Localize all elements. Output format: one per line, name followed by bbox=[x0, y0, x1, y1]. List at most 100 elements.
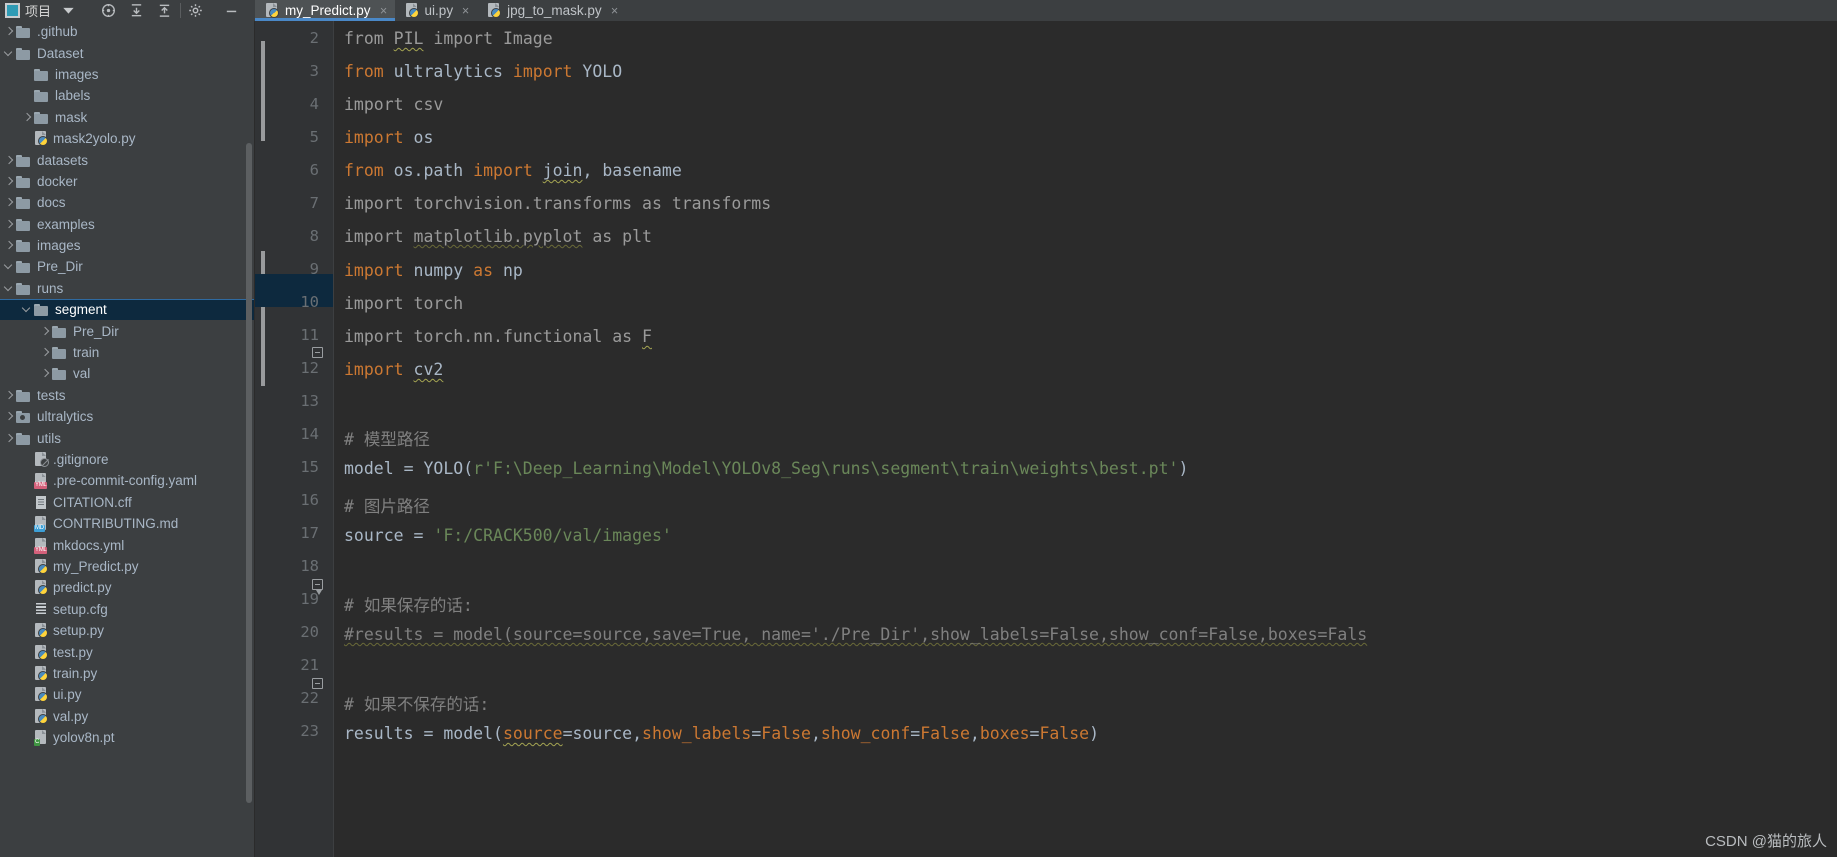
tree-item-tests[interactable]: tests bbox=[0, 385, 254, 406]
chevron-right-icon[interactable] bbox=[39, 367, 52, 380]
tree-item-predict-py[interactable]: predict.py bbox=[0, 577, 254, 598]
tree-item-train[interactable]: train bbox=[0, 342, 254, 363]
tree-item-label: docker bbox=[37, 173, 78, 189]
chevron-down-icon[interactable] bbox=[3, 47, 16, 60]
chevron-down-icon[interactable] bbox=[21, 303, 34, 316]
tree-item-val[interactable]: val bbox=[0, 363, 254, 384]
editor-panel: my_Predict.py × ui.py × jpg_to_mask.py × 2345… bbox=[255, 0, 1837, 857]
tree-item-label: test.py bbox=[53, 644, 93, 660]
tree-item-val-py[interactable]: val.py bbox=[0, 706, 254, 727]
line-number: 6 bbox=[309, 161, 319, 179]
chevron-right-icon[interactable] bbox=[39, 325, 52, 338]
code-line-7: import torchvision.transforms as transfo… bbox=[344, 194, 772, 213]
chevron-right-icon[interactable] bbox=[3, 175, 16, 188]
tree-item-test-py[interactable]: test.py bbox=[0, 641, 254, 662]
python-file-icon bbox=[34, 665, 49, 681]
code-text-area[interactable]: from PIL import Image from ultralytics i… bbox=[333, 21, 1837, 857]
tree-item-label: ui.py bbox=[53, 687, 82, 703]
chevron-down-icon[interactable] bbox=[3, 260, 16, 273]
line-number: 3 bbox=[309, 62, 319, 80]
tree-item-label: yolov8n.pt bbox=[53, 730, 115, 746]
tab-close-icon[interactable]: × bbox=[462, 3, 469, 18]
tree-item-dataset[interactable]: Dataset bbox=[0, 42, 254, 63]
fold-region-icon-2[interactable] bbox=[312, 678, 323, 689]
folder-icon bbox=[34, 89, 50, 103]
editor-tab-my-predict-py[interactable]: my_Predict.py × bbox=[255, 0, 395, 21]
tree-item-segment[interactable]: segment bbox=[0, 299, 254, 321]
tree-item-pre-dir[interactable]: Pre_Dir bbox=[0, 320, 254, 341]
minimize-icon[interactable] bbox=[221, 0, 243, 21]
editor-gutter[interactable]: 2 3 4 5 6 7 8 9 10 11 12 13 14 15 16 17 18 19 20 21 22 23 bbox=[255, 21, 333, 857]
tree-item-label: labels bbox=[55, 88, 91, 104]
python-file-icon bbox=[34, 558, 49, 574]
tree-item-images[interactable]: images bbox=[0, 64, 254, 85]
code-line-14: # 模型路径 bbox=[344, 430, 430, 449]
chevron-right-icon[interactable] bbox=[3, 410, 16, 423]
tree-item-ultralytics[interactable]: ultralytics bbox=[0, 406, 254, 427]
chevron-right-icon[interactable] bbox=[3, 25, 16, 38]
tree-item-setup-cfg[interactable]: setup.cfg bbox=[0, 599, 254, 620]
tree-item-images[interactable]: images bbox=[0, 235, 254, 256]
tree-item--github[interactable]: .github bbox=[0, 21, 254, 42]
code-line-15: model = YOLO(r'F:\Deep_Learning\Model\YO… bbox=[344, 459, 1189, 478]
chevron-right-icon[interactable] bbox=[3, 218, 16, 231]
chevron-right-icon[interactable] bbox=[39, 346, 52, 359]
tree-scrollbar[interactable] bbox=[246, 143, 252, 803]
project-tree-panel[interactable]: .github Dataset images labels mask mask2yolo.… bbox=[0, 21, 255, 857]
gear-icon[interactable] bbox=[185, 0, 207, 21]
folder-icon bbox=[16, 218, 32, 231]
line-number: 12 bbox=[300, 359, 319, 377]
tree-item-mask[interactable]: mask bbox=[0, 107, 254, 128]
tree-item-pre-dir[interactable]: Pre_Dir bbox=[0, 256, 254, 277]
editor-tab-ui-py[interactable]: ui.py × bbox=[395, 0, 478, 21]
chevron-right-icon[interactable] bbox=[3, 196, 16, 209]
tree-item-labels[interactable]: labels bbox=[0, 85, 254, 106]
chevron-right-icon[interactable] bbox=[3, 239, 16, 252]
chevron-right-icon[interactable] bbox=[3, 432, 16, 445]
tree-item-label: CITATION.cff bbox=[53, 494, 132, 510]
folder-icon bbox=[16, 175, 32, 188]
tab-close-icon[interactable]: × bbox=[610, 3, 617, 18]
fold-region-icon[interactable] bbox=[312, 579, 323, 595]
tree-item-label: CONTRIBUTING.md bbox=[53, 516, 179, 532]
collapse-down-icon[interactable] bbox=[126, 0, 148, 21]
tree-item-label: train.py bbox=[53, 665, 98, 681]
tree-item-datasets[interactable]: datasets bbox=[0, 149, 254, 170]
chevron-right-icon[interactable] bbox=[3, 154, 16, 167]
project-tree: .github Dataset images labels mask mask2yolo.… bbox=[0, 21, 254, 748]
line-number: 21 bbox=[300, 656, 319, 674]
editor-tab-jpg-to-mask-py[interactable]: jpg_to_mask.py × bbox=[477, 0, 626, 21]
module-folder-icon bbox=[16, 410, 32, 424]
chevron-down-icon[interactable]: ▼ bbox=[60, 5, 77, 16]
chevron-right-icon[interactable] bbox=[21, 111, 34, 124]
collapse-up-icon[interactable] bbox=[154, 0, 176, 21]
fold-collapse-icon[interactable] bbox=[312, 347, 323, 358]
tree-item-runs[interactable]: runs bbox=[0, 278, 254, 299]
tree-item-my-predict-py[interactable]: my_Predict.py bbox=[0, 556, 254, 577]
line-number: 14 bbox=[300, 425, 319, 443]
tree-item-mask2yolo-py[interactable]: mask2yolo.py bbox=[0, 128, 254, 149]
tree-item-setup-py[interactable]: setup.py bbox=[0, 620, 254, 641]
tree-item--pre-commit-config-yaml[interactable]: YML .pre-commit-config.yaml bbox=[0, 470, 254, 491]
locate-icon[interactable] bbox=[98, 0, 120, 21]
tree-item-examples[interactable]: examples bbox=[0, 214, 254, 235]
tree-item--gitignore[interactable]: .gitignore bbox=[0, 449, 254, 470]
chevron-right-icon[interactable] bbox=[3, 389, 16, 402]
tree-item-yolov8n-pt[interactable]: Cyolov8n.pt bbox=[0, 727, 254, 748]
tree-item-docker[interactable]: docker bbox=[0, 171, 254, 192]
binary-file-icon: C bbox=[34, 730, 49, 747]
chevron-down-icon[interactable] bbox=[3, 282, 16, 295]
tree-item-citation-cff[interactable]: CITATION.cff bbox=[0, 492, 254, 513]
tree-item-utils[interactable]: utils bbox=[0, 427, 254, 448]
tree-item-label: mkdocs.yml bbox=[53, 537, 125, 553]
tree-item-docs[interactable]: docs bbox=[0, 192, 254, 213]
project-tool-button[interactable]: 项目 bbox=[0, 0, 54, 21]
tree-item-ui-py[interactable]: ui.py bbox=[0, 684, 254, 705]
tree-item-train-py[interactable]: train.py bbox=[0, 663, 254, 684]
tab-close-icon[interactable]: × bbox=[379, 3, 386, 18]
tree-item-mkdocs-yml[interactable]: YML mkdocs.yml bbox=[0, 534, 254, 555]
tree-item-contributing-md[interactable]: MD CONTRIBUTING.md bbox=[0, 513, 254, 534]
